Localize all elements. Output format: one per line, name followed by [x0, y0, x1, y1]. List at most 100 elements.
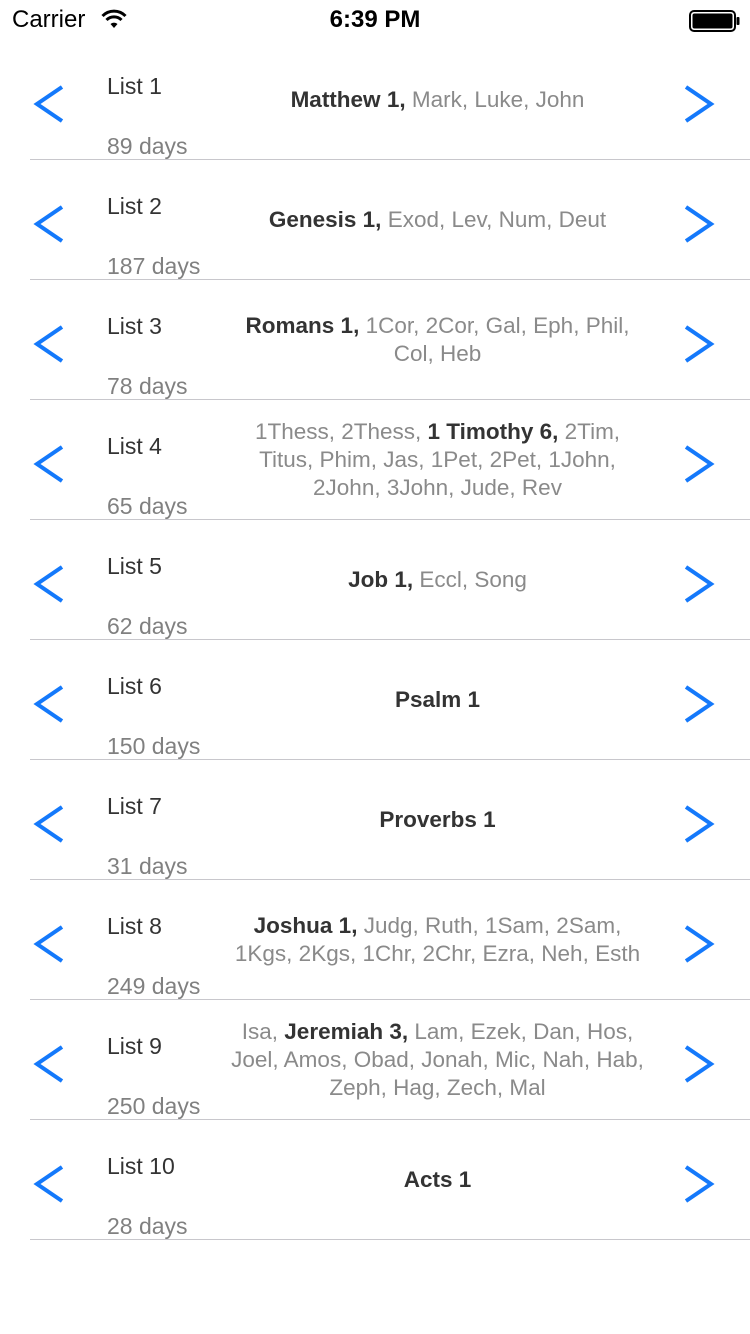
chevron-right-icon: [684, 1045, 715, 1083]
current-chapter: Acts 1: [403, 1167, 472, 1192]
chevron-left-icon: [33, 1045, 64, 1083]
books-before: 1Thess, 2Thess,: [254, 419, 428, 444]
next-button[interactable]: [680, 80, 720, 128]
list-name: List 7: [107, 793, 162, 819]
list-days: 65 days: [107, 493, 188, 519]
current-chapter: Joshua 1,: [253, 913, 358, 938]
list-row-8: List 8 249 days Joshua 1, Judg, Ruth, 1S…: [0, 880, 750, 1000]
next-button[interactable]: [680, 800, 720, 848]
books-before: Isa,: [241, 1019, 285, 1044]
previous-button[interactable]: [32, 680, 72, 728]
previous-button[interactable]: [32, 320, 72, 368]
books-after: Exod, Lev, Num, Deut: [381, 207, 607, 232]
status-time: 6:39 PM: [329, 6, 421, 33]
chevron-left-icon: [33, 325, 64, 363]
list-name: List 8: [107, 913, 162, 939]
books-text: Romans 1, 1Cor, 2Cor, Gal, Eph, Phil, Co…: [225, 280, 650, 400]
current-chapter: Romans 1,: [245, 313, 360, 338]
list-row-9: List 9 250 days Isa, Jeremiah 3, Lam, Ez…: [0, 1000, 750, 1120]
chevron-left-icon: [33, 85, 64, 123]
books-after: Mark, Luke, John: [405, 87, 585, 112]
list-name: List 9: [107, 1033, 162, 1059]
previous-button[interactable]: [32, 1160, 72, 1208]
list-row-3: List 3 78 days Romans 1, 1Cor, 2Cor, Gal…: [0, 280, 750, 400]
previous-button[interactable]: [32, 560, 72, 608]
previous-button[interactable]: [32, 440, 72, 488]
current-chapter: Job 1,: [348, 567, 414, 592]
current-chapter: Psalm 1: [394, 687, 481, 712]
list-name: List 2: [107, 193, 162, 219]
list-row-6: List 6 150 days Psalm 1: [0, 640, 750, 760]
list-days: 187 days: [107, 253, 201, 279]
list-name: List 4: [107, 433, 162, 459]
next-button[interactable]: [680, 1160, 720, 1208]
status-bar: Carrier 6:39 PM: [0, 0, 750, 40]
chevron-left-icon: [33, 1165, 64, 1203]
list-row-4: List 4 65 days 1Thess, 2Thess, 1 Timothy…: [0, 400, 750, 520]
list-name: List 10: [107, 1153, 175, 1179]
list-days: 249 days: [107, 973, 201, 999]
list-name: List 5: [107, 553, 162, 579]
chevron-right-icon: [684, 925, 715, 963]
books-text: Joshua 1, Judg, Ruth, 1Sam, 2Sam, 1Kgs, …: [225, 880, 650, 1000]
list-days: 150 days: [107, 733, 201, 759]
chevron-left-icon: [33, 205, 64, 243]
next-button[interactable]: [680, 920, 720, 968]
reading-list: List 1 89 days Matthew 1, Mark, Luke, Jo…: [0, 40, 750, 1240]
previous-button[interactable]: [32, 200, 72, 248]
chevron-right-icon: [684, 205, 715, 243]
current-chapter: 1 Timothy 6,: [427, 419, 559, 444]
chevron-right-icon: [684, 85, 715, 123]
list-days: 250 days: [107, 1093, 201, 1119]
chevron-left-icon: [33, 925, 64, 963]
next-button[interactable]: [680, 440, 720, 488]
row-divider: [30, 1239, 750, 1240]
books-text: Job 1, Eccl, Song: [225, 520, 650, 640]
list-name: List 1: [107, 73, 162, 99]
list-days: 78 days: [107, 373, 188, 399]
books-text: Proverbs 1: [225, 760, 650, 880]
books-after: Eccl, Song: [413, 567, 527, 592]
chevron-right-icon: [684, 685, 715, 723]
list-days: 28 days: [107, 1213, 188, 1239]
chevron-right-icon: [684, 565, 715, 603]
books-text: 1Thess, 2Thess, 1 Timothy 6, 2Tim, Titus…: [225, 400, 650, 520]
list-row-2: List 2 187 days Genesis 1, Exod, Lev, Nu…: [0, 160, 750, 280]
list-row-1: List 1 89 days Matthew 1, Mark, Luke, Jo…: [0, 40, 750, 160]
chevron-left-icon: [33, 685, 64, 723]
books-text: Matthew 1, Mark, Luke, John: [225, 40, 650, 160]
list-name: List 3: [107, 313, 162, 339]
current-chapter: Matthew 1,: [290, 87, 406, 112]
battery-icon: [689, 10, 741, 32]
chevron-left-icon: [33, 565, 64, 603]
previous-button[interactable]: [32, 80, 72, 128]
next-button[interactable]: [680, 560, 720, 608]
list-row-7: List 7 31 days Proverbs 1: [0, 760, 750, 880]
list-days: 62 days: [107, 613, 188, 639]
previous-button[interactable]: [32, 920, 72, 968]
books-text: Acts 1: [225, 1120, 650, 1240]
chevron-right-icon: [684, 1165, 715, 1203]
previous-button[interactable]: [32, 800, 72, 848]
chevron-left-icon: [33, 445, 64, 483]
current-chapter: Proverbs 1: [379, 807, 496, 832]
list-name: List 6: [107, 673, 162, 699]
chevron-right-icon: [684, 805, 715, 843]
books-text: Psalm 1: [225, 640, 650, 760]
next-button[interactable]: [680, 680, 720, 728]
previous-button[interactable]: [32, 1040, 72, 1088]
books-text: Genesis 1, Exod, Lev, Num, Deut: [225, 160, 650, 280]
books-after: 1Cor, 2Cor, Gal, Eph, Phil, Col, Heb: [359, 313, 630, 366]
chevron-left-icon: [33, 805, 64, 843]
list-days: 89 days: [107, 133, 188, 159]
next-button[interactable]: [680, 320, 720, 368]
current-chapter: Jeremiah 3,: [284, 1019, 409, 1044]
next-button[interactable]: [680, 1040, 720, 1088]
books-text: Isa, Jeremiah 3, Lam, Ezek, Dan, Hos, Jo…: [225, 1000, 650, 1120]
list-days: 31 days: [107, 853, 188, 879]
list-row-10: List 10 28 days Acts 1: [0, 1120, 750, 1240]
list-row-5: List 5 62 days Job 1, Eccl, Song: [0, 520, 750, 640]
current-chapter: Genesis 1,: [268, 207, 382, 232]
next-button[interactable]: [680, 200, 720, 248]
chevron-right-icon: [684, 325, 715, 363]
